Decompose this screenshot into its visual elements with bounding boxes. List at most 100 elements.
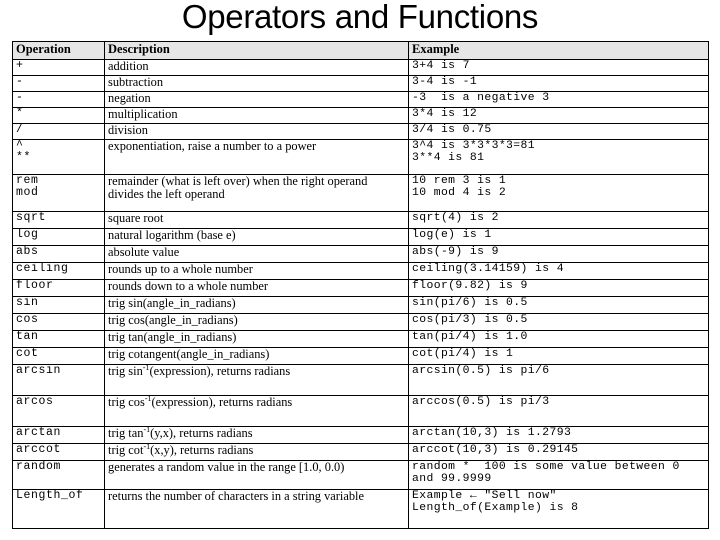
table-row: ^ ** exponentiation, raise a number to a… xyxy=(12,139,709,175)
cell-operation: * xyxy=(12,107,105,124)
cell-description: trig cot-1(x,y), returns radians xyxy=(104,442,409,461)
cell-operation: - xyxy=(12,91,105,108)
desc-prefix: trig tan xyxy=(108,426,144,440)
cell-example: random * 100 is some value between 0 and… xyxy=(408,460,709,490)
cell-example: sqrt(4) is 2 xyxy=(408,211,709,229)
table-row: sqrt square root sqrt(4) is 2 xyxy=(12,211,709,229)
cell-description: natural logarithm (base e) xyxy=(104,228,409,246)
table-row: - subtraction 3-4 is -1 xyxy=(12,75,709,92)
table-row: arccot trig cot-1(x,y), returns radians … xyxy=(12,442,709,461)
cell-description: generates a random value in the range [1… xyxy=(104,460,409,490)
cell-operation: ceiling xyxy=(12,262,105,280)
cell-example: 3*4 is 12 xyxy=(408,107,709,124)
table-row: * multiplication 3*4 is 12 xyxy=(12,107,709,124)
cell-description: square root xyxy=(104,211,409,229)
cell-description: division xyxy=(104,123,409,140)
cell-operation: sin xyxy=(12,296,105,314)
cell-operation: rem mod xyxy=(12,174,105,212)
cell-operation: arcsin xyxy=(12,364,105,396)
cell-operation: log xyxy=(12,228,105,246)
table-row: / division 3/4 is 0.75 xyxy=(12,123,709,140)
cell-example: ceiling(3.14159) is 4 xyxy=(408,262,709,280)
cell-description: trig sin-1(expression), returns radians xyxy=(104,363,409,396)
cell-description: returns the number of characters in a st… xyxy=(104,489,409,529)
cell-example: 3+4 is 7 xyxy=(408,59,709,76)
cell-example: cos(pi/3) is 0.5 xyxy=(408,313,709,331)
cell-operation: arctan xyxy=(12,426,105,444)
cell-example: 3^4 is 3*3*3*3=81 3**4 is 81 xyxy=(408,139,709,175)
cell-example: 3/4 is 0.75 xyxy=(408,123,709,140)
page-title: Operators and Functions xyxy=(181,0,539,35)
cell-description: rounds down to a whole number xyxy=(104,279,409,297)
cell-example: floor(9.82) is 9 xyxy=(408,279,709,297)
table-row: + addition 3+4 is 7 xyxy=(12,59,709,76)
cell-description: trig cos(angle_in_radians) xyxy=(104,313,409,331)
table-row: cos trig cos(angle_in_radians) cos(pi/3)… xyxy=(12,313,709,331)
cell-example: abs(-9) is 9 xyxy=(408,245,709,263)
cell-example: arccot(10,3) is 0.29145 xyxy=(408,443,709,461)
cell-example: Example ← "Sell now" Length_of(Example) … xyxy=(408,489,709,529)
cell-description: subtraction xyxy=(104,75,409,92)
cell-description: trig sin(angle_in_radians) xyxy=(104,296,409,314)
operators-table: Operation Description Example + addition… xyxy=(12,41,709,529)
cell-description: addition xyxy=(104,59,409,76)
cell-example: 3-4 is -1 xyxy=(408,75,709,92)
cell-description: absolute value xyxy=(104,245,409,263)
cell-operation: tan xyxy=(12,330,105,348)
cell-description: trig tan(angle_in_radians) xyxy=(104,330,409,348)
table-row: tan trig tan(angle_in_radians) tan(pi/4)… xyxy=(12,330,709,348)
cell-description: multiplication xyxy=(104,107,409,124)
desc-suffix: (y,x), returns radians xyxy=(150,426,253,440)
cell-description: remainder (what is left over) when the r… xyxy=(104,174,409,212)
cell-operation: Length_of xyxy=(12,489,105,529)
desc-suffix: (x,y), returns radians xyxy=(150,443,254,457)
cell-operation: - xyxy=(12,75,105,92)
table-row: arcsin trig sin-1(expression), returns r… xyxy=(12,363,709,396)
desc-prefix: trig cot xyxy=(108,443,144,457)
cell-description: exponentiation, raise a number to a powe… xyxy=(104,139,409,175)
table-row: sin trig sin(angle_in_radians) sin(pi/6)… xyxy=(12,296,709,314)
desc-prefix: trig cos xyxy=(108,395,145,409)
cell-example: arctan(10,3) is 1.2793 xyxy=(408,426,709,444)
table-row: random generates a random value in the r… xyxy=(12,460,709,490)
table-row: abs absolute value abs(-9) is 9 xyxy=(12,245,709,263)
cell-example: cot(pi/4) is 1 xyxy=(408,347,709,365)
column-header-example: Example xyxy=(408,41,709,60)
slide-canvas: Operators and Functions Operation Descri… xyxy=(0,0,720,540)
column-header-operation: Operation xyxy=(12,41,105,60)
desc-superscript: -1 xyxy=(144,393,152,403)
table-row: arcos trig cos-1(expression), returns ra… xyxy=(12,393,709,427)
cell-operation: cot xyxy=(12,347,105,365)
cell-example: arccos(0.5) is pi/3 xyxy=(408,395,709,427)
cell-example: -3 is a negative 3 xyxy=(408,91,709,108)
cell-example: tan(pi/4) is 1.0 xyxy=(408,330,709,348)
cell-example: sin(pi/6) is 0.5 xyxy=(408,296,709,314)
cell-operation: cos xyxy=(12,313,105,331)
cell-operation: ^ ** xyxy=(12,139,105,175)
cell-description: trig cotangent(angle_in_radians) xyxy=(104,347,409,365)
cell-operation: arcos xyxy=(12,395,105,427)
desc-suffix: (expression), returns radians xyxy=(151,395,293,409)
desc-prefix: trig sin xyxy=(108,364,143,378)
cell-example: arcsin(0.5) is pi/6 xyxy=(408,364,709,396)
column-header-description: Description xyxy=(104,41,409,60)
cell-operation: + xyxy=(12,59,105,76)
cell-description: rounds up to a whole number xyxy=(104,262,409,280)
cell-operation: abs xyxy=(12,245,105,263)
table-header-row: Operation Description Example xyxy=(12,41,709,60)
table-row: ceiling rounds up to a whole number ceil… xyxy=(12,262,709,280)
cell-description: negation xyxy=(104,91,409,108)
table-row: log natural logarithm (base e) log(e) is… xyxy=(12,228,709,246)
cell-operation: arccot xyxy=(12,443,105,461)
table-row: floor rounds down to a whole number floo… xyxy=(12,279,709,297)
table-row: - negation -3 is a negative 3 xyxy=(12,91,709,108)
cell-operation: sqrt xyxy=(12,211,105,229)
cell-example: log(e) is 1 xyxy=(408,228,709,246)
table-row: Length_of returns the number of characte… xyxy=(12,489,709,529)
desc-suffix: (expression), returns radians xyxy=(149,364,291,378)
table-row: rem mod remainder (what is left over) wh… xyxy=(12,174,709,212)
operators-table-container: Operation Description Example + addition… xyxy=(12,41,709,529)
cell-operation: floor xyxy=(12,279,105,297)
cell-operation: random xyxy=(12,460,105,490)
cell-description: trig cos-1(expression), returns radians xyxy=(104,393,409,427)
